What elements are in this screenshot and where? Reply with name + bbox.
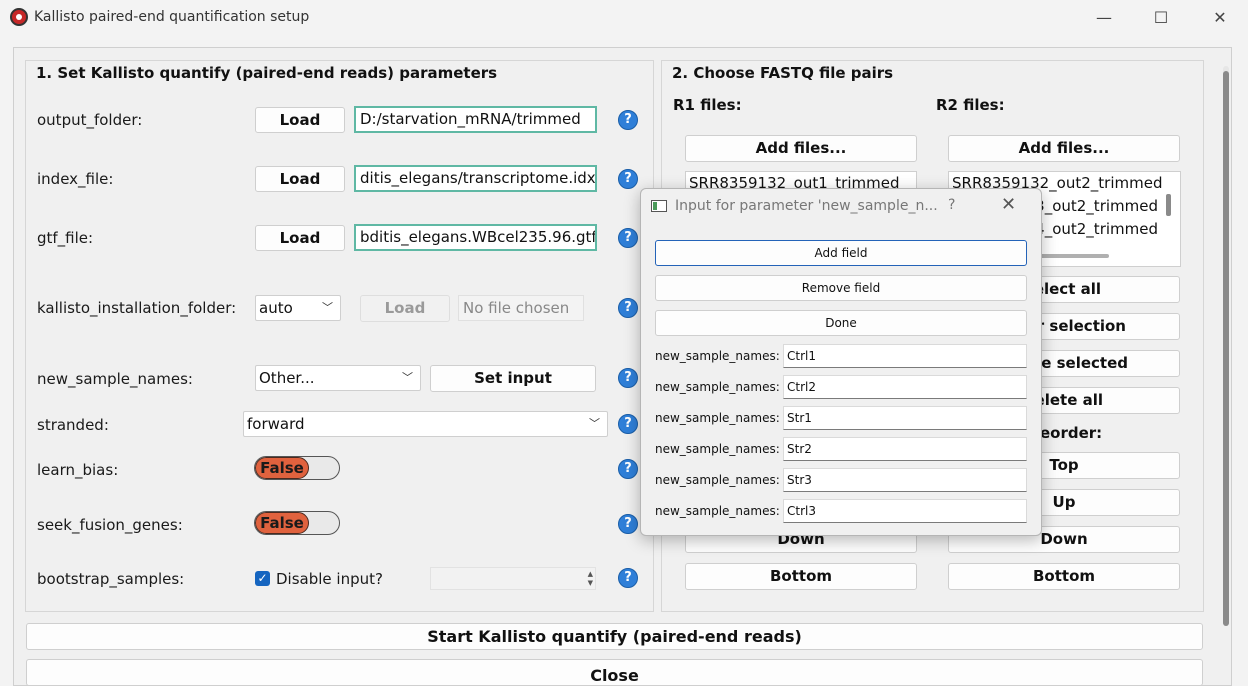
start-kallisto-button[interactable]: Start Kallisto quantify (paired-end read… xyxy=(26,623,1203,650)
fastq-group-title: 2. Choose FASTQ file pairs xyxy=(672,64,894,82)
close-button-label: Close xyxy=(590,666,639,685)
r2-add-files-button[interactable]: Add files... xyxy=(948,135,1180,162)
sample-name-label-6: new_sample_names: xyxy=(655,504,780,518)
disable-input-label: Disable input? xyxy=(276,570,383,588)
learn-bias-label: learn_bias: xyxy=(37,461,119,479)
gtf-file-field[interactable]: bditis_elegans.WBcel235.96.gtf xyxy=(354,224,597,251)
sample-name-label-2: new_sample_names: xyxy=(655,380,780,394)
app-logo-icon xyxy=(10,8,28,26)
gtf-file-load-button[interactable]: Load xyxy=(255,225,345,251)
new-sample-names-label: new_sample_names: xyxy=(37,370,193,388)
r1-files-label: R1 files: xyxy=(673,96,742,114)
sample-name-label-3: new_sample_names: xyxy=(655,411,780,425)
gtf-file-label: gtf_file: xyxy=(37,229,94,247)
params-group-title: 1. Set Kallisto quantify (paired-end rea… xyxy=(36,64,498,82)
sample-name-input-1[interactable]: Ctrl1 xyxy=(783,344,1027,368)
window-icon xyxy=(651,200,667,212)
bootstrap-samples-label: bootstrap_samples: xyxy=(37,570,185,588)
index-file-field[interactable]: ditis_elegans/transcriptome.idx xyxy=(354,165,597,192)
window-title: Kallisto paired-end quantification setup xyxy=(34,9,310,25)
sample-name-label-4: new_sample_names: xyxy=(655,442,780,456)
seek-fusion-genes-toggle[interactable]: False xyxy=(254,511,340,535)
chevron-down-icon: ﹀ xyxy=(322,301,333,314)
r2-list-vscroll-thumb[interactable] xyxy=(1166,194,1171,216)
dialog-help-button[interactable]: ? xyxy=(948,197,955,213)
maximize-button[interactable]: ☐ xyxy=(1138,4,1184,32)
r2-list-hscroll-thumb[interactable] xyxy=(1039,254,1109,258)
spin-arrows-icon[interactable]: ▲ ▼ xyxy=(588,570,593,588)
new-sample-names-help-icon[interactable]: ? xyxy=(618,368,638,388)
sample-name-input-3[interactable]: Str1 xyxy=(783,406,1027,430)
main-scrollbar-thumb[interactable] xyxy=(1223,71,1229,626)
title-bar: Kallisto paired-end quantification setup… xyxy=(0,0,1248,36)
kallisto-installation-folder-label: kallisto_installation_folder: xyxy=(37,299,237,317)
new-sample-names-select[interactable]: Other... ﹀ xyxy=(255,365,421,391)
output-folder-field[interactable]: D:/starvation_mRNA/trimmed xyxy=(354,106,597,133)
new-sample-names-value: Other... xyxy=(259,369,315,387)
add-field-button[interactable]: Add field xyxy=(655,240,1027,266)
stranded-label: stranded: xyxy=(37,416,109,434)
r1-add-files-button[interactable]: Add files... xyxy=(685,135,917,162)
sample-name-label-1: new_sample_names: xyxy=(655,349,780,363)
bootstrap-samples-spinbox[interactable]: ▲ ▼ xyxy=(430,567,596,590)
output-folder-load-button[interactable]: Load xyxy=(255,107,345,133)
kallisto-installation-folder-field: No file chosen xyxy=(458,295,584,321)
chevron-down-icon: ﹀ xyxy=(589,417,600,430)
kallisto-installation-folder-select[interactable]: auto ﹀ xyxy=(255,295,341,321)
seek-fusion-genes-label: seek_fusion_genes: xyxy=(37,516,183,534)
set-input-button[interactable]: Set input xyxy=(430,365,596,392)
kallisto-installation-folder-value: auto xyxy=(259,299,293,317)
output-folder-help-icon[interactable]: ? xyxy=(618,110,638,130)
stranded-help-icon[interactable]: ? xyxy=(618,414,638,434)
main-scrollbar[interactable] xyxy=(1223,66,1229,626)
output-folder-label: output_folder: xyxy=(37,111,143,129)
index-file-label: index_file: xyxy=(37,170,114,188)
chevron-down-icon: ﹀ xyxy=(402,371,413,384)
sample-name-input-2[interactable]: Ctrl2 xyxy=(783,375,1027,399)
r2-reorder-label: eorder: xyxy=(1040,424,1103,442)
sample-name-input-4[interactable]: Str2 xyxy=(783,437,1027,461)
close-window-button[interactable]: ✕ xyxy=(1197,4,1243,32)
kallisto-installation-folder-help-icon[interactable]: ? xyxy=(618,298,638,318)
r2-files-label: R2 files: xyxy=(936,96,1005,114)
sample-names-dialog: Input for parameter 'new_sample_n... ? ✕… xyxy=(640,188,1042,536)
minimize-button[interactable]: — xyxy=(1081,4,1127,32)
kallisto-installation-folder-load-button[interactable]: Load xyxy=(360,295,450,322)
remove-field-button[interactable]: Remove field xyxy=(655,275,1027,301)
r2-bottom-button[interactable]: Bottom xyxy=(948,563,1180,590)
learn-bias-toggle[interactable]: False xyxy=(254,456,340,480)
dialog-close-button[interactable]: ✕ xyxy=(1001,194,1016,215)
stranded-value: forward xyxy=(247,415,305,433)
disable-input-checkbox[interactable]: ✓ xyxy=(255,571,270,586)
learn-bias-help-icon[interactable]: ? xyxy=(618,459,638,479)
dialog-title: Input for parameter 'new_sample_n... xyxy=(675,198,938,214)
seek-fusion-genes-help-icon[interactable]: ? xyxy=(618,514,638,534)
r1-bottom-button[interactable]: Bottom xyxy=(685,563,917,590)
stranded-select[interactable]: forward ﹀ xyxy=(243,411,608,437)
sample-name-label-5: new_sample_names: xyxy=(655,473,780,487)
gtf-file-help-icon[interactable]: ? xyxy=(618,228,638,248)
close-button[interactable]: Close xyxy=(26,659,1203,686)
bootstrap-samples-help-icon[interactable]: ? xyxy=(618,568,638,588)
index-file-help-icon[interactable]: ? xyxy=(618,169,638,189)
done-button[interactable]: Done xyxy=(655,310,1027,336)
sample-name-input-6[interactable]: Ctrl3 xyxy=(783,499,1027,523)
sample-name-input-5[interactable]: Str3 xyxy=(783,468,1027,492)
seek-fusion-genes-toggle-knob: False xyxy=(255,512,309,534)
learn-bias-toggle-knob: False xyxy=(255,457,309,479)
index-file-load-button[interactable]: Load xyxy=(255,166,345,192)
